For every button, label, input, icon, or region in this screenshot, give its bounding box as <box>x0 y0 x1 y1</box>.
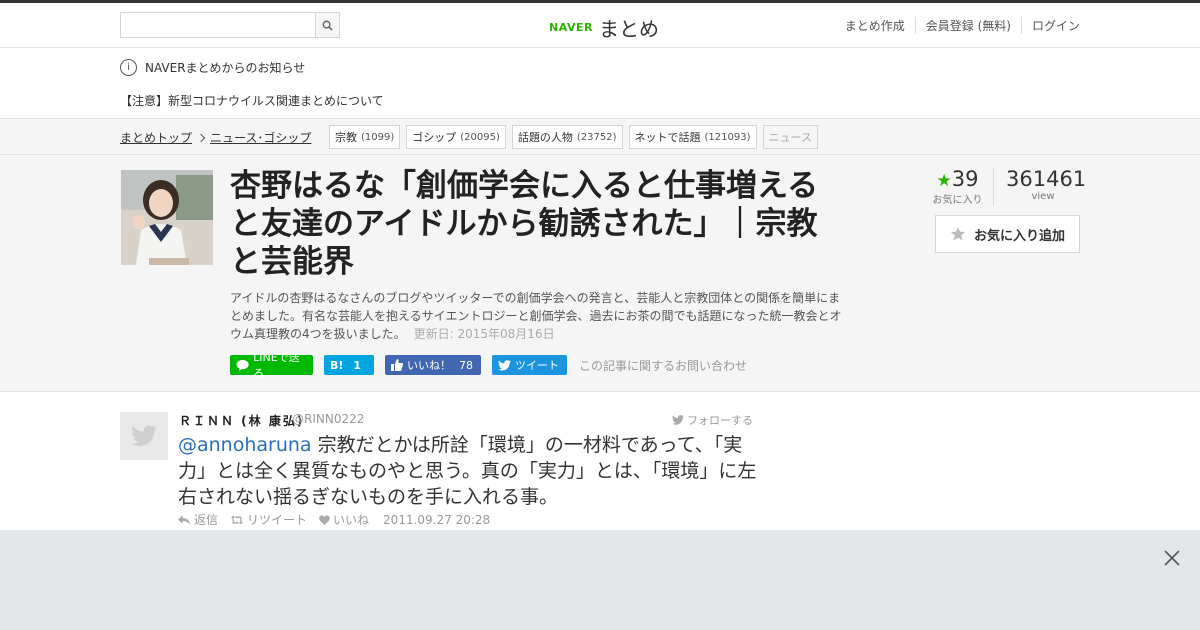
search-input[interactable] <box>121 13 315 37</box>
tweet-actions: 返信 リツイート いいね 2011.09.27 20:28 <box>178 511 490 528</box>
site-header: NAVER まとめ まとめ作成 会員登録 (無料) ログイン <box>0 3 1200 48</box>
search-button[interactable] <box>315 13 339 37</box>
search-icon <box>322 20 333 31</box>
line-icon <box>236 359 249 371</box>
notice-section: i NAVERまとめからのお知らせ 【注意】新型コロナウイルス関連まとめについて <box>0 48 1200 119</box>
facebook-like-count: 78 <box>459 358 473 372</box>
tweet-mention[interactable]: @annoharuna <box>178 434 312 456</box>
facebook-like-label: いいね！ <box>407 359 451 372</box>
article-title: 杏野はるな「創価学会に入ると仕事増えると友達のアイドルから勧誘された」｜宗教と芸… <box>230 168 819 280</box>
embedded-tweet: ＲＩＮＮ (林 康弘) @RINN0222 フォローする @annoharuna… <box>0 392 1200 532</box>
star-outline-icon <box>950 227 965 241</box>
close-icon[interactable] <box>1161 547 1183 569</box>
star-icon: ★ <box>936 171 952 191</box>
tag-label: 話題の人物 <box>517 131 573 144</box>
tag-people[interactable]: 話題の人物 (23752) <box>511 125 623 149</box>
article-description: アイドルの杏野はるなさんのブログやツイッターでの創価学会への発言と、芸能人と宗教… <box>230 289 845 343</box>
info-icon: i <box>120 59 137 76</box>
tweet-avatar[interactable] <box>120 412 168 460</box>
line-share-label: LINEで送る <box>253 351 300 380</box>
add-favorite-button[interactable]: お気に入り追加 <box>935 215 1080 253</box>
tag-religion[interactable]: 宗教 (1099) <box>329 125 401 149</box>
site-logo[interactable]: NAVER まとめ <box>549 13 659 42</box>
tag-count: (121093) <box>704 131 751 143</box>
facebook-like-button[interactable]: いいね！ 78 <box>385 355 481 375</box>
notice-link[interactable]: 【注意】新型コロナウイルス関連まとめについて <box>120 92 384 109</box>
thumbnail-photo <box>121 170 213 265</box>
tweet-button[interactable]: ツイート <box>492 355 567 375</box>
line-share-button[interactable]: LINEで送る <box>230 351 313 380</box>
reply-icon <box>178 514 191 525</box>
tag-count: (23752) <box>576 131 617 143</box>
tag-label: ニュース <box>768 131 812 144</box>
tag-net-topic[interactable]: ネットで話題 (121093) <box>628 125 757 149</box>
nav-register[interactable]: 会員登録 (無料) <box>914 17 1021 34</box>
share-bar: LINEで送る B! 1 いいね！ 78 ツイート この記事に関するお問い合わせ <box>230 351 747 380</box>
contact-link[interactable]: この記事に関するお問い合わせ <box>579 357 747 374</box>
tag-gossip[interactable]: ゴシップ (20095) <box>406 125 506 149</box>
add-favorite-label: お気に入り追加 <box>973 228 1065 244</box>
tag-count: (20095) <box>460 131 500 143</box>
favorites-stat: ★39 お気に入り <box>928 167 994 206</box>
views-label: view <box>1031 191 1055 202</box>
breadcrumb: まとめトップ ニュース･ゴシップ <box>120 129 311 146</box>
logo-brand: NAVER <box>549 21 593 34</box>
tag-label: ゴシップ <box>412 131 457 144</box>
twitter-bird-icon <box>131 425 157 447</box>
header-nav: まとめ作成 会員登録 (無料) ログイン <box>835 17 1080 34</box>
breadcrumb-category[interactable]: ニュース･ゴシップ <box>210 129 311 146</box>
ad-overlay-banner <box>0 530 1200 630</box>
twitter-bird-icon <box>498 359 511 371</box>
notice-heading: i NAVERまとめからのお知らせ <box>120 59 305 76</box>
favorites-label: お気に入り <box>932 195 983 206</box>
favorites-count: 39 <box>951 167 979 191</box>
heart-icon <box>319 514 330 525</box>
hatena-bookmark-button[interactable]: B! 1 <box>324 355 374 375</box>
follow-button[interactable]: フォローする <box>672 412 753 428</box>
retweet-label: リツイート <box>247 513 308 527</box>
search-box <box>120 12 340 38</box>
article-header: 杏野はるな「創価学会に入ると仕事増えると友達のアイドルから勧誘された」｜宗教と芸… <box>0 155 1200 392</box>
tag-list: 宗教 (1099) ゴシップ (20095) 話題の人物 (23752) ネットで話題… <box>329 125 818 149</box>
tag-label: ネットで話題 <box>634 131 701 144</box>
hatena-count: 1 <box>353 358 362 372</box>
nav-login[interactable]: ログイン <box>1020 17 1080 34</box>
views-count: 361461 <box>1006 167 1087 191</box>
like-label: いいね <box>333 513 370 527</box>
article-stats: ★39 お気に入り 361461 view <box>928 167 1087 206</box>
twitter-bird-icon <box>672 415 684 425</box>
article-thumbnail[interactable] <box>121 170 213 265</box>
views-stat: 361461 view <box>994 167 1087 206</box>
breadcrumb-top[interactable]: まとめトップ <box>120 129 192 146</box>
tweet-author-name[interactable]: ＲＩＮＮ (林 康弘) <box>179 412 304 429</box>
tweet-timestamp[interactable]: 2011.09.27 20:28 <box>383 513 490 527</box>
follow-label: フォローする <box>687 414 753 427</box>
tweet-label: ツイート <box>515 359 559 372</box>
retweet-icon <box>231 515 244 524</box>
logo-text: まとめ <box>598 17 659 41</box>
breadcrumb-bar: まとめトップ ニュース･ゴシップ 宗教 (1099) ゴシップ (20095) 話題… <box>0 119 1200 155</box>
like-action[interactable]: いいね <box>319 511 369 528</box>
retweet-action[interactable]: リツイート <box>230 511 307 528</box>
tag-count: (1099) <box>361 131 395 143</box>
notice-heading-text: NAVERまとめからのお知らせ <box>145 61 306 75</box>
tweet-author-handle[interactable]: @RINN0222 <box>292 412 364 426</box>
reply-label: 返信 <box>194 513 219 527</box>
chevron-right-icon <box>196 133 206 142</box>
updated-date: 更新日: 2015年08月16日 <box>413 327 555 341</box>
tweet-text: @annoharuna 宗教だとかは所詮「環境」の一材料であって、「実力」とは全… <box>178 432 758 510</box>
reply-action[interactable]: 返信 <box>178 511 218 528</box>
tag-news[interactable]: ニュース <box>762 125 818 149</box>
thumbs-up-icon <box>391 359 403 371</box>
hatena-icon: B! <box>330 358 344 372</box>
tag-label: 宗教 <box>335 131 357 144</box>
nav-create-matome[interactable]: まとめ作成 <box>835 17 915 34</box>
